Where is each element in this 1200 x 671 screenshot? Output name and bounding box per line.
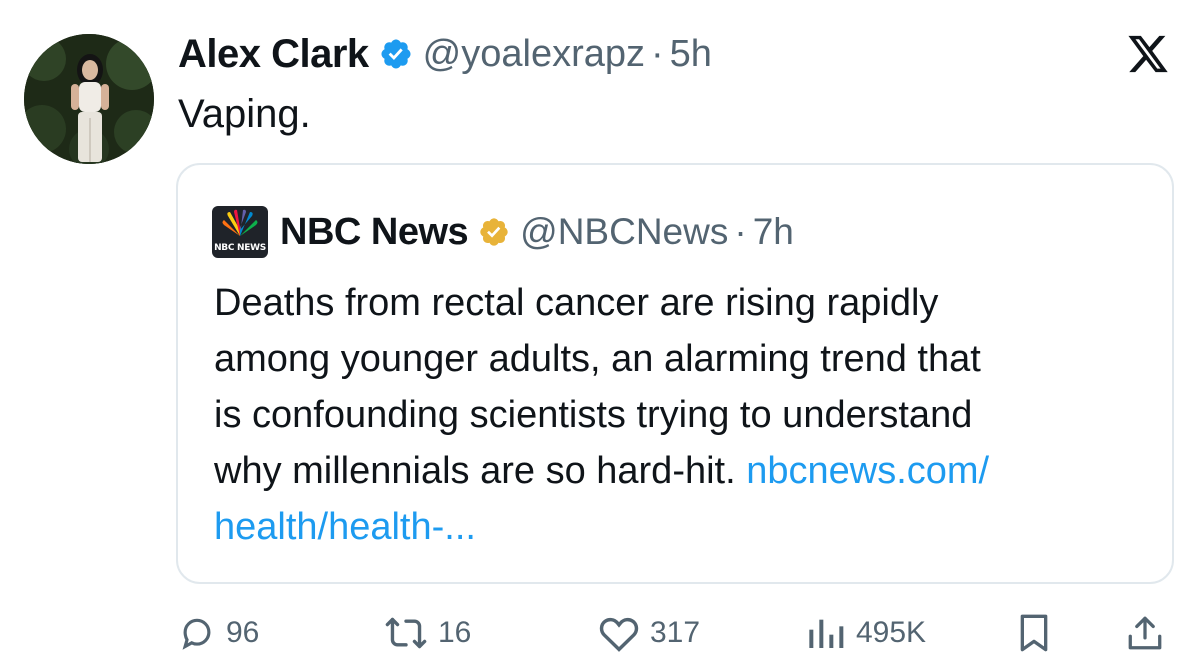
bookmark-icon <box>1020 614 1048 652</box>
bookmark-button[interactable] <box>1017 605 1061 661</box>
like-button[interactable]: 317 <box>598 605 700 661</box>
article-link[interactable]: nbcnews.com/ <box>746 450 989 492</box>
heart-icon <box>599 617 639 652</box>
author-name[interactable]: Alex Clark <box>178 32 369 77</box>
nbc-peacock-icon <box>222 209 258 236</box>
share-icon <box>1128 616 1162 650</box>
author-handle[interactable]: @yoalexrapz <box>423 33 645 76</box>
quoted-author-name[interactable]: NBC News <box>280 211 469 254</box>
tweet-header: Alex Clark @yoalexrapz · 5h <box>178 30 712 78</box>
separator-dot: · <box>651 32 664 75</box>
verified-badge-icon <box>381 39 411 69</box>
repost-button[interactable]: 16 <box>384 605 471 661</box>
quoted-body-line: among younger adults, an alarming trend … <box>214 338 981 380</box>
reply-count: 96 <box>226 616 260 649</box>
views-chart-icon <box>809 619 844 648</box>
quoted-tweet-header: NBC NEWS NBC News @NBCNews · 7h <box>212 206 794 258</box>
avatar-photo <box>24 34 154 164</box>
tweet-text: Vaping. <box>178 92 311 136</box>
quoted-body-line: Deaths from rectal cancer are rising rap… <box>214 282 939 324</box>
views-button[interactable]: 495K <box>806 605 926 661</box>
quoted-timestamp[interactable]: 7h <box>753 211 794 253</box>
quoted-tweet-body: Deaths from rectal cancer are rising rap… <box>214 275 1164 555</box>
like-count: 317 <box>650 616 701 649</box>
x-logo-icon[interactable] <box>1126 34 1170 74</box>
tweet-timestamp[interactable]: 5h <box>670 33 712 76</box>
quoted-author-handle[interactable]: @NBCNews <box>520 211 728 253</box>
repost-icon <box>385 617 427 649</box>
article-link-continued[interactable]: health/health-... <box>214 506 476 548</box>
quoted-separator-dot: · <box>734 211 747 252</box>
quoted-tweet-card[interactable]: NBC NEWS NBC News @NBCNews · 7h Deaths f… <box>176 163 1174 584</box>
tweet-action-bar: 96 16 317 495K <box>0 605 1200 661</box>
nbc-news-logo-text: NBC NEWS <box>214 243 266 253</box>
quoted-body-line: why millennials are so hard-hit. <box>214 450 747 492</box>
nbc-news-logo-icon[interactable]: NBC NEWS <box>212 206 268 258</box>
views-count: 495K <box>856 616 927 649</box>
repost-count: 16 <box>438 616 472 649</box>
quoted-body-line: is confounding scientists trying to unde… <box>214 394 973 436</box>
share-button[interactable] <box>1127 605 1173 661</box>
quoted-body-line-with-link: why millennials are so hard-hit. nbcnews… <box>214 443 1164 499</box>
reply-button[interactable]: 96 <box>178 605 259 661</box>
avatar[interactable] <box>24 34 154 164</box>
gold-verified-badge-icon <box>480 218 508 246</box>
reply-icon <box>182 618 211 650</box>
